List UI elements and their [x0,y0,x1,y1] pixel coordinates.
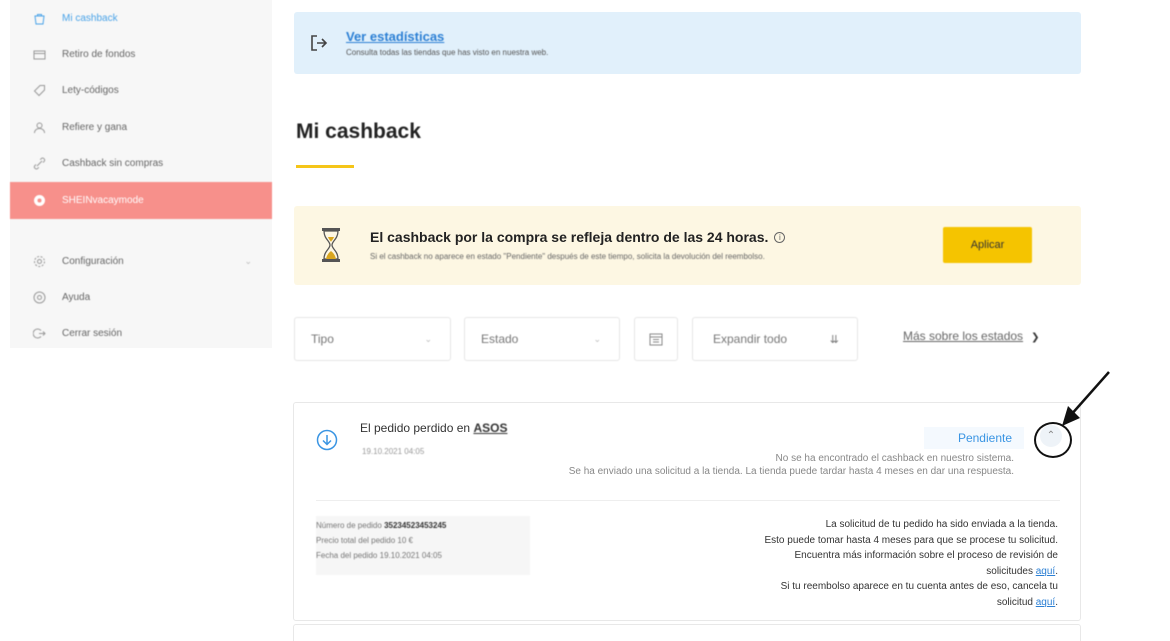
chevron-down-icon: ⌄ [593,333,601,344]
sidebar-item-cerrar-sesion[interactable]: Cerrar sesión [10,316,272,352]
sidebar-item-retiro[interactable]: Retiro de fondos [10,36,272,72]
type-filter-select[interactable]: Tipo ⌄ [294,317,451,361]
download-circle-icon [316,429,338,451]
order-total: 10 € [397,536,413,545]
logout-arrow-icon [311,35,328,51]
apply-button[interactable]: Aplicar [943,227,1032,263]
status-badge: Pendiente [924,427,1024,449]
notice-body: Si el cashback no aparece en estado "Pen… [370,252,765,261]
link-icon [32,157,46,171]
order-title: El pedido perdido en ASOS [360,421,508,435]
sidebar-item-label: Retiro de fondos [62,49,136,61]
sidebar-item-cashback-sin-compras[interactable]: Cashback sin compras [10,146,272,182]
double-chevron-down-icon: ⇊ [829,333,839,346]
gear-icon [32,254,46,268]
process-info-link[interactable]: aquí [1036,566,1055,577]
help-icon [32,291,46,305]
order-date: 19.10.2021 04:05 [362,447,425,456]
calendar-button[interactable] [634,317,678,361]
chevron-down-icon: ❯ [1031,332,1040,343]
sidebar-item-label: Configuración [62,255,124,267]
order-card: El pedido perdido en ASOS 19.10.2021 04:… [293,402,1081,621]
sidebar-item-configuracion[interactable]: Configuración ⌄ [10,243,272,279]
order-number: 35234523453245 [384,521,447,530]
order-details: Número de pedido 35234523453245 Precio t… [316,516,530,575]
sidebar-item-label: Ayuda [62,292,91,304]
expand-all-button[interactable]: Expandir todo ⇊ [692,317,858,361]
sidebar-item-shein-promo[interactable]: SHEINvacaymode [10,181,272,219]
store-name[interactable]: ASOS [473,421,507,435]
calendar-icon [649,333,663,346]
notice-title: El cashback por la compra se refleja den… [370,229,786,245]
title-underline [296,165,354,168]
user-icon [32,120,46,134]
sidebar-item-label: SHEINvacaymode [62,194,144,206]
sidebar-item-ayuda[interactable]: Ayuda [10,279,272,315]
order-date-detail: 19.10.2021 04:05 [379,551,442,560]
sidebar: Mi cashback Retiro de fondos Lety-código… [10,0,272,348]
annotation-arrow-icon [1062,371,1110,426]
sidebar-item-label: Cashback sin compras [62,158,164,170]
more-about-states-link[interactable]: Más sobre los estados ❯ [903,329,1039,343]
hourglass-icon [322,228,340,262]
chevron-down-icon: ⌄ [244,255,252,266]
divider [316,500,1060,501]
request-info-message: La solicitud de tu pedido ha sido enviad… [764,519,1058,608]
sidebar-item-refiere[interactable]: Refiere y gana [10,109,272,145]
sidebar-item-label: Refiere y gana [62,121,128,133]
page-title: Mi cashback [296,120,421,143]
sidebar-item-lety-codigos[interactable]: Lety-códigos [10,73,272,109]
promo-icon [32,193,46,207]
logout-icon [32,327,46,341]
state-filter-select[interactable]: Estado ⌄ [464,317,620,361]
view-statistics-link[interactable]: Ver estadísticas [346,29,548,44]
chevron-down-icon: ⌄ [424,333,432,344]
tag-icon [32,84,46,98]
sidebar-item-label: Cerrar sesión [62,328,123,340]
wallet-icon [32,48,46,62]
info-icon[interactable]: i [774,232,786,243]
sidebar-item-label: Lety-códigos [62,85,119,97]
statistics-banner: Ver estadísticas Consulta todas las tien… [294,12,1081,74]
sidebar-separator [10,219,272,243]
bag-icon [32,11,46,25]
cancel-request-link[interactable]: aquí [1036,597,1055,608]
status-message: No se ha encontrado el cashback en nuest… [568,453,1014,477]
sidebar-item-label: Mi cashback [62,12,118,24]
sidebar-item-mi-cashback[interactable]: Mi cashback [10,0,272,36]
next-order-card [293,624,1081,641]
statistics-subtitle: Consulta todas las tiendas que has visto… [346,48,549,57]
